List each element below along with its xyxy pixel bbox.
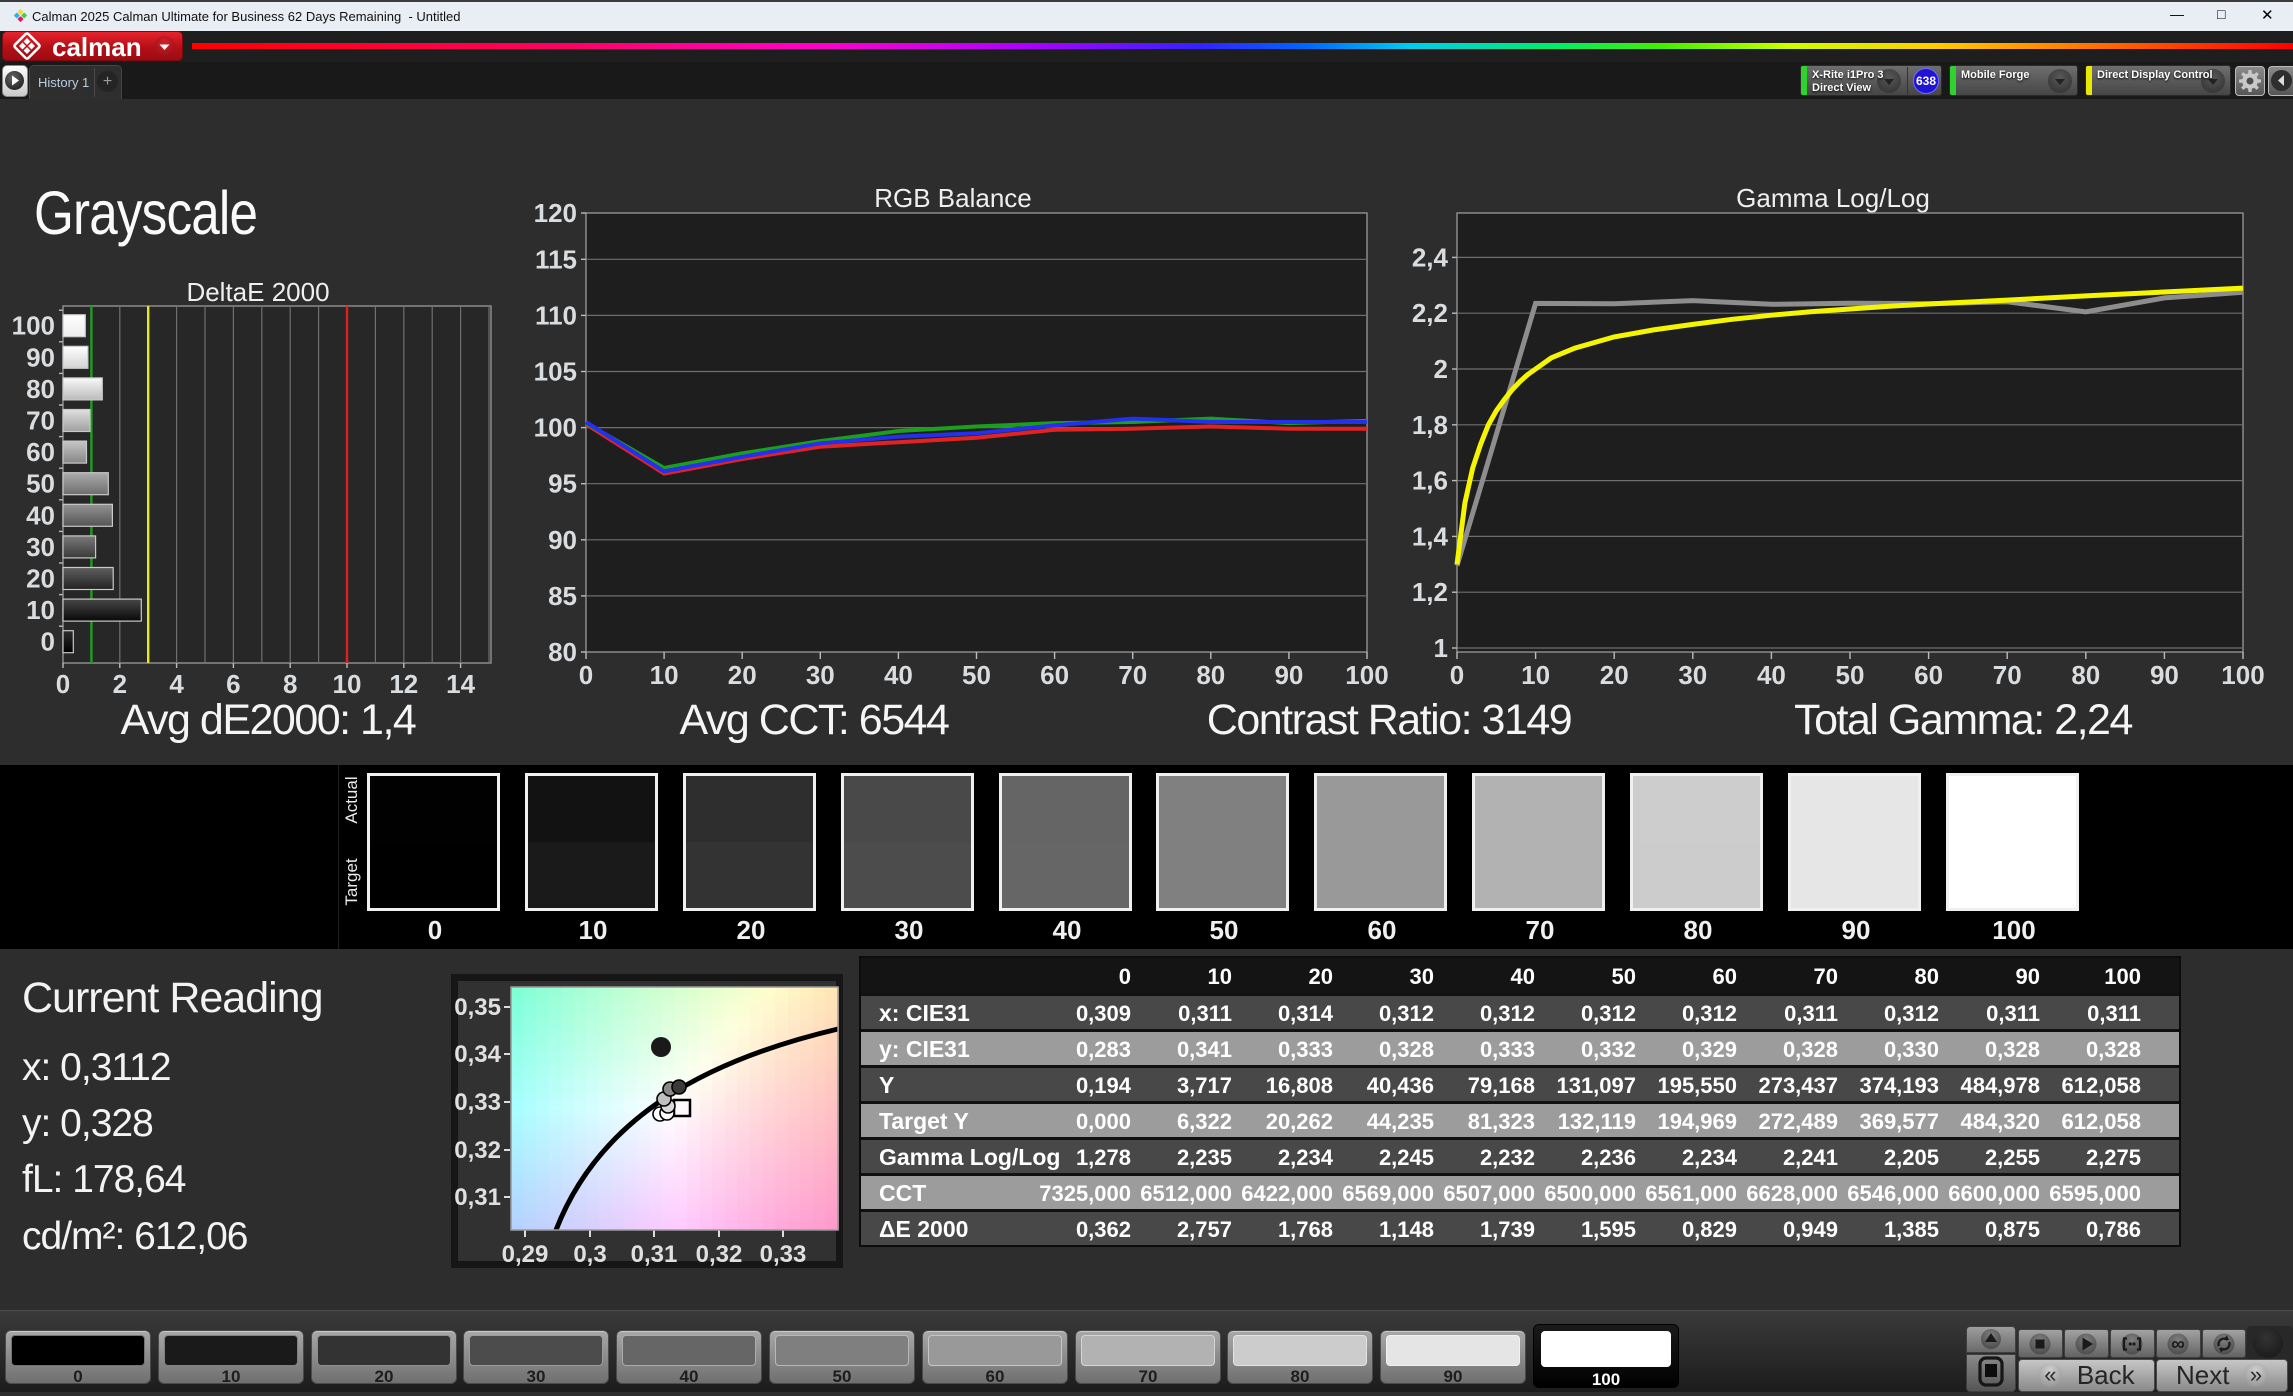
svg-text:DeltaE 2000: DeltaE 2000 [186,277,329,307]
svg-text:100: 100 [534,413,577,443]
svg-text:60: 60 [1040,660,1069,690]
svg-text:90: 90 [26,342,55,372]
svg-text:14: 14 [446,669,475,699]
svg-text:90: 90 [2150,660,2179,690]
svg-text:0,33: 0,33 [454,1089,501,1116]
svg-text:50: 50 [962,660,991,690]
svg-text:1,6: 1,6 [1412,466,1448,496]
svg-text:105: 105 [534,357,577,387]
svg-text:60: 60 [26,437,55,467]
svg-text:0,33: 0,33 [760,1241,807,1268]
svg-text:0,31: 0,31 [454,1184,501,1211]
svg-text:100: 100 [12,311,55,341]
svg-text:2,4: 2,4 [1412,242,1449,272]
svg-text:60: 60 [1914,660,1943,690]
svg-text:95: 95 [548,469,577,499]
svg-text:70: 70 [1118,660,1147,690]
svg-text:120: 120 [534,198,577,228]
svg-text:20: 20 [26,564,55,594]
svg-text:0,32: 0,32 [454,1137,501,1164]
svg-text:0: 0 [56,669,70,699]
svg-text:110: 110 [535,300,577,330]
svg-text:0,32: 0,32 [696,1241,743,1268]
svg-text:2: 2 [1434,354,1448,384]
svg-text:40: 40 [884,660,913,690]
svg-text:1,4: 1,4 [1412,521,1449,551]
svg-text:90: 90 [1274,660,1303,690]
svg-text:90: 90 [548,525,577,555]
svg-text:20: 20 [1600,660,1629,690]
svg-text:1: 1 [1434,633,1448,663]
svg-text:2,2: 2,2 [1412,298,1448,328]
svg-text:0,3: 0,3 [573,1241,606,1268]
svg-text:0,29: 0,29 [502,1241,549,1268]
svg-text:80: 80 [2071,660,2100,690]
svg-text:2: 2 [113,669,127,699]
svg-text:8: 8 [283,669,297,699]
svg-text:0: 0 [1450,660,1464,690]
svg-text:∞: ∞ [2171,1334,2185,1355]
svg-text:0: 0 [41,627,55,657]
svg-text:70: 70 [26,406,55,436]
svg-text:100: 100 [2221,660,2264,690]
svg-text:10: 10 [26,595,55,625]
svg-text:40: 40 [1757,660,1786,690]
svg-text:10: 10 [333,669,362,699]
svg-text:10: 10 [1521,660,1550,690]
svg-text:6: 6 [226,669,240,699]
svg-text:85: 85 [548,581,577,611]
svg-text:50: 50 [1836,660,1865,690]
svg-text:50: 50 [26,469,55,499]
svg-text:10: 10 [650,660,679,690]
svg-text:100: 100 [1345,660,1388,690]
svg-text:115: 115 [535,244,577,274]
svg-text:30: 30 [26,532,55,562]
svg-text:0,31: 0,31 [631,1241,678,1268]
svg-text:Gamma Log/Log: Gamma Log/Log [1736,185,1930,213]
svg-text:0,35: 0,35 [454,994,501,1021]
svg-text:20: 20 [728,660,757,690]
svg-text:70: 70 [1993,660,2022,690]
svg-text:80: 80 [26,374,55,404]
svg-text:1,2: 1,2 [1412,577,1448,607]
svg-text:1,8: 1,8 [1412,410,1448,440]
svg-text:40: 40 [26,500,55,530]
svg-text:30: 30 [806,660,835,690]
svg-text:80: 80 [548,637,577,667]
svg-text:30: 30 [1678,660,1707,690]
svg-text:80: 80 [1196,660,1225,690]
svg-text:4: 4 [169,669,184,699]
svg-text:0: 0 [579,660,593,690]
svg-text:0,34: 0,34 [454,1041,501,1068]
svg-text:RGB Balance: RGB Balance [874,185,1032,213]
svg-text:12: 12 [389,669,418,699]
